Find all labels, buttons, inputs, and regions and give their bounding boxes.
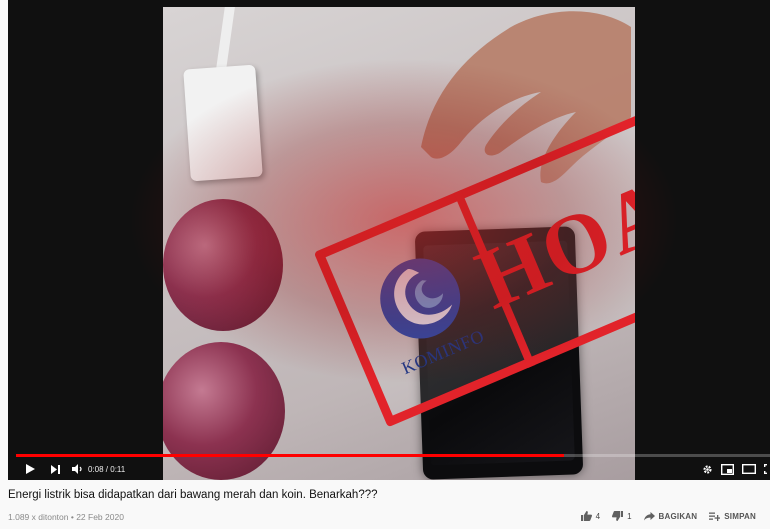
like-button[interactable]: 4 xyxy=(580,511,601,521)
video-frame[interactable]: KOMINFO HOAKS xyxy=(163,7,635,480)
fullscreen-icon[interactable] xyxy=(764,464,770,474)
save-label: SIMPAN xyxy=(724,511,756,521)
save-button[interactable]: SIMPAN xyxy=(709,512,756,521)
next-icon[interactable] xyxy=(48,464,62,474)
player-controls: 0:08 / 0:11 xyxy=(8,458,770,480)
gear-icon[interactable] xyxy=(702,464,713,475)
thumbs-down-icon xyxy=(612,511,624,521)
like-count: 4 xyxy=(595,511,601,521)
dislike-count: 1 xyxy=(627,511,632,521)
dislike-button[interactable]: 1 xyxy=(612,511,632,521)
volume-icon[interactable] xyxy=(70,464,84,474)
video-actions: 4 1 BAGIKAN SIMPAN xyxy=(580,511,756,521)
theater-icon[interactable] xyxy=(742,464,756,474)
play-icon[interactable] xyxy=(22,464,38,474)
progress-bar[interactable] xyxy=(16,454,770,457)
thumbs-up-icon xyxy=(580,511,592,521)
video-meta: 1.089 x ditonton • 22 Feb 2020 xyxy=(8,512,124,522)
progress-bar-fill xyxy=(16,454,565,457)
onion-image xyxy=(163,199,283,331)
playlist-add-icon xyxy=(709,512,721,521)
share-arrow-icon xyxy=(643,511,655,520)
video-player[interactable]: KOMINFO HOAKS 0:08 / 0:11 xyxy=(8,0,770,480)
time-display: 0:08 / 0:11 xyxy=(88,464,126,474)
share-label: BAGIKAN xyxy=(658,511,698,521)
share-button[interactable]: BAGIKAN xyxy=(643,511,698,521)
video-title: Energi listrik bisa didapatkan dari bawa… xyxy=(8,489,378,501)
charger-image xyxy=(183,64,263,182)
miniplayer-icon[interactable] xyxy=(721,463,734,475)
charger-cable xyxy=(215,7,237,73)
